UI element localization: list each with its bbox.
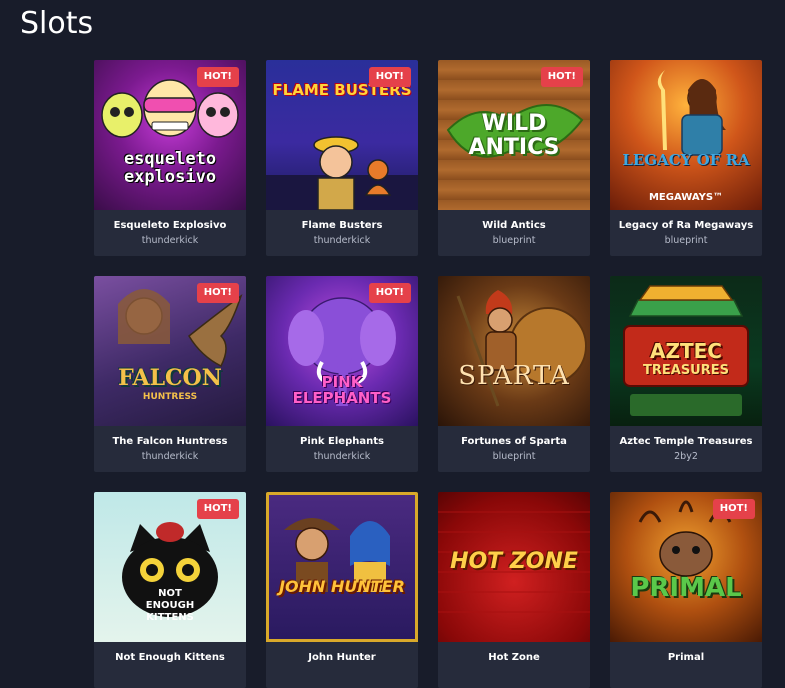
game-title[interactable]: Esqueleto Explosivo [94, 220, 246, 232]
game-logo-sub: HUNTRESS [142, 392, 198, 402]
explorer-icon [657, 70, 726, 156]
game-thumbnail[interactable]: NOT ENOUGH KITTENS HOT! [94, 492, 246, 642]
game-card-esqueleto-explosivo[interactable]: esqueleto explosivo HOT! Esqueleto Explo… [94, 60, 246, 256]
hot-badge: HOT! [196, 283, 239, 303]
game-logo: LEGACY OF RA [622, 151, 750, 169]
game-title[interactable]: Aztec Temple Treasures [610, 436, 762, 448]
game-card-wild-antics[interactable]: WILD ANTICS HOT! Wild Antics blueprint [438, 60, 590, 256]
game-logo: NOT ENOUGH KITTENS [145, 588, 195, 623]
slots-grid: esqueleto explosivo HOT! Esqueleto Explo… [94, 60, 762, 688]
game-card-fortunes-of-sparta[interactable]: SPARTA Fortunes of Sparta blueprint [438, 276, 590, 472]
game-title[interactable]: Legacy of Ra Megaways [610, 220, 762, 232]
game-thumbnail[interactable]: FALCON HUNTRESS HOT! [94, 276, 246, 426]
game-thumbnail[interactable]: PRIMAL HOT! [610, 492, 762, 642]
game-provider: 2by2 [674, 451, 698, 462]
game-logo: AZTEC [650, 339, 722, 363]
game-card-john-hunter[interactable]: JOHN HUNTER John Hunter [266, 492, 418, 688]
adventurer-icon [284, 518, 390, 592]
game-logo: JOHN HUNTER [279, 577, 405, 596]
game-card-legacy-of-ra-megaways[interactable]: LEGACY OF RA MEGAWAYS™ Legacy of Ra Mega… [610, 60, 762, 256]
game-provider: thunderkick [313, 451, 371, 462]
game-title[interactable]: Hot Zone [438, 652, 590, 664]
game-provider: blueprint [492, 235, 536, 246]
game-provider: blueprint [664, 235, 708, 246]
game-thumbnail[interactable]: SPARTA [438, 276, 590, 426]
game-title[interactable]: The Falcon Huntress [94, 436, 246, 448]
hot-badge: HOT! [368, 283, 411, 303]
page-title: Slots [20, 6, 94, 41]
game-provider: thunderkick [313, 235, 371, 246]
game-logo: PINK ELEPHANTS [292, 373, 392, 407]
game-logo: PRIMAL [630, 573, 742, 603]
game-thumbnail[interactable]: AZTEC TREASURES [610, 276, 762, 426]
game-card-hot-zone[interactable]: HOT ZONE Hot Zone [438, 492, 590, 688]
game-provider: thunderkick [141, 451, 199, 462]
hot-badge: HOT! [712, 499, 755, 519]
game-logo: HOT ZONE [450, 549, 578, 574]
game-logo: esqueleto explosivo [123, 149, 217, 187]
game-title[interactable]: John Hunter [266, 652, 418, 664]
game-provider: blueprint [492, 451, 536, 462]
game-provider: thunderkick [141, 235, 199, 246]
game-card-not-enough-kittens[interactable]: NOT ENOUGH KITTENS HOT! Not Enough Kitte… [94, 492, 246, 688]
game-thumbnail[interactable]: FLAME BUSTERS HOT! [266, 60, 418, 210]
game-card-pink-elephants[interactable]: PINK ELEPHANTS HOT! Pink Elephants thund… [266, 276, 418, 472]
game-title[interactable]: Fortunes of Sparta [438, 436, 590, 448]
hot-badge: HOT! [368, 67, 411, 87]
game-title[interactable]: Primal [610, 652, 762, 664]
game-logo-sub: MEGAWAYS™ [648, 192, 724, 203]
hot-badge: HOT! [196, 499, 239, 519]
game-thumbnail[interactable]: JOHN HUNTER [266, 492, 418, 642]
game-card-the-falcon-huntress[interactable]: FALCON HUNTRESS HOT! The Falcon Huntress… [94, 276, 246, 472]
game-logo: FALCON [118, 365, 222, 391]
game-title[interactable]: Wild Antics [438, 220, 590, 232]
game-card-primal[interactable]: PRIMAL HOT! Primal [610, 492, 762, 688]
hot-badge: HOT! [540, 67, 583, 87]
game-card-flame-busters[interactable]: FLAME BUSTERS HOT! Flame Busters thunder… [266, 60, 418, 256]
game-thumbnail[interactable]: esqueleto explosivo HOT! [94, 60, 246, 210]
game-thumbnail[interactable]: HOT ZONE [438, 492, 590, 642]
game-title[interactable]: Pink Elephants [266, 436, 418, 448]
game-thumbnail[interactable]: WILD ANTICS HOT! [438, 60, 590, 210]
game-thumbnail[interactable]: PINK ELEPHANTS HOT! [266, 276, 418, 426]
game-title[interactable]: Not Enough Kittens [94, 652, 246, 664]
hot-badge: HOT! [196, 67, 239, 87]
spartan-icon [456, 290, 587, 407]
game-logo-sub: TREASURES [643, 363, 729, 378]
game-thumbnail[interactable]: LEGACY OF RA MEGAWAYS™ [610, 60, 762, 210]
game-card-aztec-temple-treasures[interactable]: AZTEC TREASURES Aztec Temple Treasures 2… [610, 276, 762, 472]
game-title[interactable]: Flame Busters [266, 220, 418, 232]
game-logo: SPARTA [458, 361, 570, 391]
game-logo: WILD ANTICS [468, 111, 560, 160]
